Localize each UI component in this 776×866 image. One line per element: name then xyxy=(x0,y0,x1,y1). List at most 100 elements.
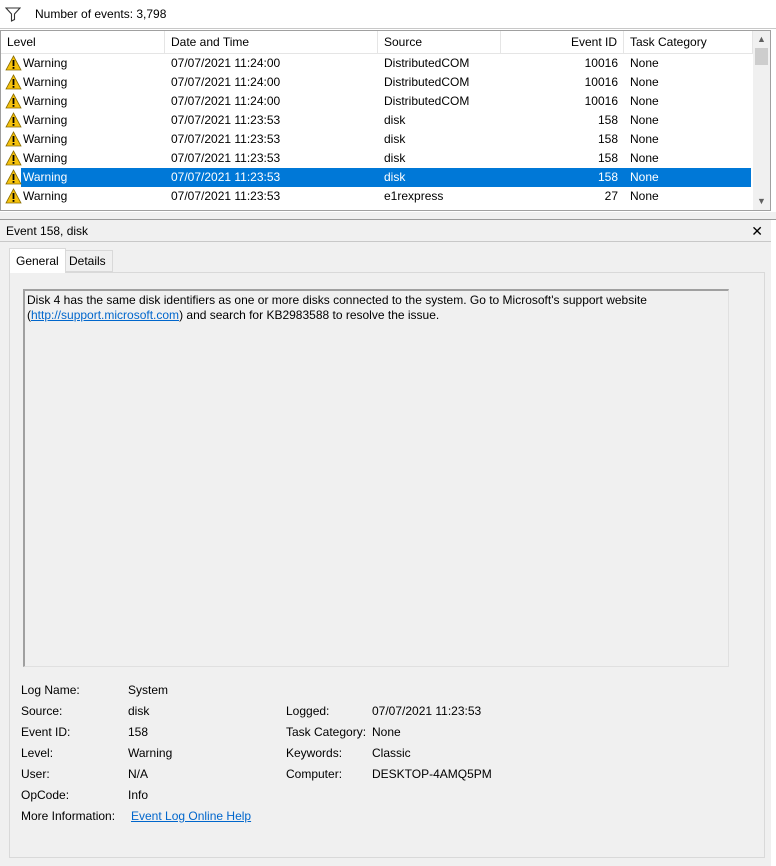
row-level: Warning xyxy=(23,189,68,203)
column-header-source[interactable]: Source xyxy=(378,31,501,53)
support-link[interactable]: http://support.microsoft.com xyxy=(31,308,179,322)
pane-splitter[interactable] xyxy=(0,212,776,220)
level-value: Warning xyxy=(128,746,173,760)
description-text-part2: ) and search for KB2983588 to resolve th… xyxy=(179,308,440,322)
events-list[interactable]: Level Date and Time Source Event ID Task… xyxy=(0,30,771,211)
row-task-category: None xyxy=(630,189,659,203)
row-event-id: 10016 xyxy=(584,94,618,108)
row-level: Warning xyxy=(23,151,68,165)
source-value: disk xyxy=(128,704,150,718)
scroll-down-arrow-icon[interactable]: ▼ xyxy=(753,193,770,210)
event-count-bar: Number of events: 3,798 xyxy=(0,0,776,29)
general-tab-panel: Disk 4 has the same disk identifiers as … xyxy=(9,272,765,858)
events-list-header: Level Date and Time Source Event ID Task… xyxy=(1,31,753,54)
warning-icon xyxy=(5,112,22,128)
opcode-label: OpCode: xyxy=(21,788,70,802)
row-level: Warning xyxy=(23,75,68,89)
warning-icon xyxy=(5,74,22,90)
event-id-label: Event ID: xyxy=(21,725,71,739)
row-event-id: 10016 xyxy=(584,56,618,70)
row-datetime: 07/07/2021 11:23:53 xyxy=(171,151,281,165)
row-level: Warning xyxy=(23,132,68,146)
row-source: disk xyxy=(384,170,406,184)
row-source: DistributedCOM xyxy=(384,75,470,89)
row-source: DistributedCOM xyxy=(384,94,470,108)
task-category-label: Task Category: xyxy=(286,725,367,739)
column-header-event-id[interactable]: Event ID xyxy=(501,31,624,53)
table-row[interactable]: Warning 07/07/2021 11:24:00 DistributedCOM… xyxy=(1,73,753,92)
computer-label: Computer: xyxy=(286,767,343,781)
log-name-value: System xyxy=(128,683,169,697)
event-detail-pane: Event 158, disk ✕ General Details Disk 4… xyxy=(0,220,771,866)
table-row[interactable]: Warning 07/07/2021 11:23:53 disk 158 None xyxy=(1,149,753,168)
event-id-value: 158 xyxy=(128,725,149,739)
row-task-category: None xyxy=(630,151,659,165)
opcode-value: Info xyxy=(128,788,149,802)
event-detail-title: Event 158, disk xyxy=(6,224,89,238)
column-header-date-and-time[interactable]: Date and Time xyxy=(165,31,378,53)
table-row[interactable]: Warning 07/07/2021 11:23:53 disk 158 None xyxy=(1,168,753,187)
row-level: Warning xyxy=(23,170,68,184)
row-event-id: 158 xyxy=(597,151,618,165)
log-name-label: Log Name: xyxy=(21,683,80,697)
column-header-task-category[interactable]: Task Category xyxy=(624,31,753,53)
table-row[interactable]: Warning 07/07/2021 11:24:00 DistributedCOM… xyxy=(1,92,753,111)
row-task-category: None xyxy=(630,75,659,89)
warning-icon xyxy=(5,55,22,71)
row-source: disk xyxy=(384,132,406,146)
row-source: e1rexpress xyxy=(384,189,444,203)
tab-general[interactable]: General xyxy=(9,248,66,273)
more-information-label: More Information: xyxy=(21,809,116,823)
row-datetime: 07/07/2021 11:23:53 xyxy=(171,170,281,184)
event-detail-header: Event 158, disk ✕ xyxy=(0,220,771,242)
row-event-id: 27 xyxy=(604,189,618,203)
row-datetime: 07/07/2021 11:24:00 xyxy=(171,56,281,70)
row-datetime: 07/07/2021 11:24:00 xyxy=(171,94,281,108)
warning-icon xyxy=(5,169,22,185)
filter-icon[interactable] xyxy=(5,6,21,22)
row-level: Warning xyxy=(23,94,68,108)
row-datetime: 07/07/2021 11:23:53 xyxy=(171,189,281,203)
table-row[interactable]: Warning 07/07/2021 11:23:53 disk 158 None xyxy=(1,111,753,130)
level-label: Level: xyxy=(21,746,54,760)
event-log-online-help-link[interactable]: Event Log Online Help xyxy=(131,809,251,823)
computer-value: DESKTOP-4AMQ5PM xyxy=(372,767,492,781)
keywords-label: Keywords: xyxy=(286,746,343,760)
row-source: DistributedCOM xyxy=(384,56,470,70)
row-task-category: None xyxy=(630,113,659,127)
row-level: Warning xyxy=(23,113,68,127)
row-event-id: 158 xyxy=(597,170,618,184)
row-datetime: 07/07/2021 11:23:53 xyxy=(171,113,281,127)
row-task-category: None xyxy=(630,94,659,108)
user-label: User: xyxy=(21,767,50,781)
row-task-category: None xyxy=(630,56,659,70)
source-label: Source: xyxy=(21,704,63,718)
row-event-id: 158 xyxy=(597,132,618,146)
row-source: disk xyxy=(384,151,406,165)
events-list-scrollbar[interactable]: ▲ ▼ xyxy=(753,31,770,210)
scroll-up-arrow-icon[interactable]: ▲ xyxy=(753,31,770,48)
table-row[interactable]: Warning 07/07/2021 11:23:53 e1rexpress 27 No… xyxy=(1,187,753,206)
row-event-id: 158 xyxy=(597,113,618,127)
row-task-category: None xyxy=(630,170,659,184)
logged-label: Logged: xyxy=(286,704,330,718)
table-row[interactable]: Warning 07/07/2021 11:23:53 disk 158 None xyxy=(1,130,753,149)
user-value: N/A xyxy=(128,767,149,781)
event-count-label: Number of events: 3,798 xyxy=(35,7,167,21)
row-event-id: 10016 xyxy=(584,75,618,89)
event-description[interactable]: Disk 4 has the same disk identifiers as … xyxy=(23,289,729,667)
column-header-level[interactable]: Level xyxy=(1,31,165,53)
row-level: Warning xyxy=(23,56,68,70)
warning-icon xyxy=(5,150,22,166)
row-source: disk xyxy=(384,113,406,127)
warning-icon xyxy=(5,93,22,109)
row-datetime: 07/07/2021 11:23:53 xyxy=(171,132,281,146)
keywords-value: Classic xyxy=(372,746,411,760)
logged-value: 07/07/2021 11:23:53 xyxy=(372,704,482,718)
tab-details[interactable]: Details xyxy=(62,250,113,272)
task-category-value: None xyxy=(372,725,401,739)
table-row[interactable]: Warning 07/07/2021 11:24:00 DistributedCOM… xyxy=(1,54,753,73)
close-icon[interactable]: ✕ xyxy=(751,220,763,242)
row-datetime: 07/07/2021 11:24:00 xyxy=(171,75,281,89)
scroll-thumb[interactable] xyxy=(755,48,768,65)
